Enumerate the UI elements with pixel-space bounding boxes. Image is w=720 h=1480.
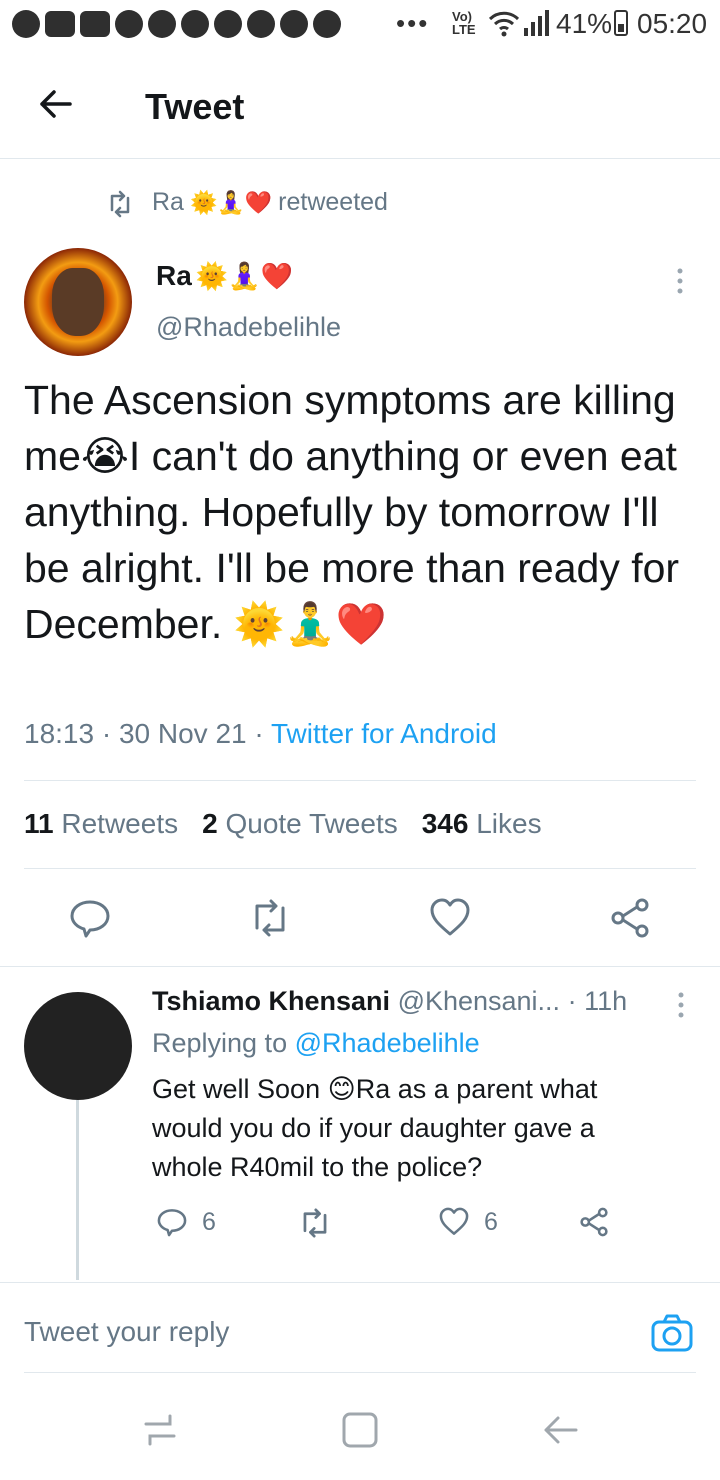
replying-to: Replying to @Rhadebelihle [152, 1028, 480, 1059]
notification-icons [12, 10, 341, 38]
reply-reply-count: 6 [202, 1207, 216, 1236]
nav-back-icon[interactable] [540, 1408, 584, 1452]
back-arrow-icon[interactable] [36, 84, 76, 124]
app-icon [313, 10, 341, 38]
more-options-icon[interactable] [670, 266, 690, 296]
divider [24, 780, 696, 781]
thread-line [76, 1100, 79, 1280]
signal-icon [522, 8, 550, 38]
status-bar: ••• Vo) LTE 41% 05:20 [0, 0, 720, 50]
reply-text: Get well Soon 😊Ra as a parent what would… [152, 1074, 605, 1182]
app-icon [247, 10, 275, 38]
author-name-emojis: 🌞🧘‍♀️❤️ [195, 260, 293, 291]
reply-header: Tshiamo Khensani @Khensani... · 11h [152, 986, 627, 1017]
retweeter-emojis: 🌞🧘‍♀️❤️ [189, 189, 273, 215]
tweet-stats: 11 Retweets 2 Quote Tweets 346 Likes [24, 808, 542, 840]
retweeter-name[interactable]: Ra [152, 188, 184, 217]
tweet-date: 30 Nov 21 [118, 718, 247, 749]
like-heart-icon[interactable] [428, 896, 472, 940]
retweeted-by[interactable]: Ra 🌞🧘‍♀️❤️ retweeted [152, 188, 388, 217]
reply-author-name[interactable]: Tshiamo Khensani [152, 986, 390, 1016]
header-divider [0, 158, 720, 159]
quotes-stat[interactable]: 2 Quote Tweets [202, 808, 398, 840]
reply-heart-icon[interactable] [438, 1206, 470, 1238]
share-icon[interactable] [608, 896, 652, 940]
likes-stat[interactable]: 346 Likes [422, 808, 542, 840]
tweet-time: 18:13 [24, 718, 95, 749]
reply-retweet-button[interactable] [298, 1206, 332, 1240]
divider [0, 1282, 720, 1283]
reply-comment-icon[interactable] [156, 1206, 188, 1238]
retweet-icon [106, 190, 134, 218]
retweets-label: Retweets [61, 808, 179, 839]
clock: 05:20 [637, 8, 708, 39]
tweet-text: The Ascension symptoms are killing me😭I … [24, 377, 691, 647]
replying-to-link[interactable]: @Rhadebelihle [295, 1028, 480, 1058]
likes-count: 346 [421, 808, 469, 839]
author-handle[interactable]: @Rhadebelihle [156, 312, 341, 343]
recent-apps-icon[interactable] [140, 1408, 184, 1452]
reply-share-button[interactable] [578, 1206, 610, 1238]
reply-more-options-icon[interactable] [674, 990, 688, 1020]
tweet-meta: 18:13 · 30 Nov 21 · Twitter for Android [24, 718, 497, 749]
author-name[interactable]: Ra 🌞🧘‍♀️❤️ [156, 260, 293, 292]
app-icon [280, 10, 308, 38]
more-notifications-icon: ••• [396, 8, 430, 38]
composer-underline [24, 1372, 696, 1373]
reply-age: · 11h [567, 986, 628, 1016]
retweeted-label: retweeted [278, 188, 388, 216]
retweets-count: 11 [24, 808, 54, 839]
app-icon [148, 10, 176, 38]
quotes-label: Quote Tweets [225, 808, 398, 839]
app-icon [214, 10, 242, 38]
retweets-stat[interactable]: 11 Retweets [24, 808, 178, 840]
reply-like-count: 6 [484, 1207, 498, 1236]
reply-input[interactable]: Tweet your reply [24, 1316, 229, 1348]
page-title: Tweet [145, 86, 245, 127]
retweet-icon[interactable] [248, 896, 292, 940]
network-indicator: Vo) LTE [452, 9, 476, 37]
wifi-icon [488, 8, 520, 38]
app-icon [115, 10, 143, 38]
youtube-icon [45, 11, 75, 37]
app-icon [181, 10, 209, 38]
divider [0, 966, 720, 967]
reply-reply-button[interactable]: 6 [156, 1206, 216, 1238]
camera-icon[interactable] [650, 1312, 694, 1356]
author-display-name[interactable]: Ra [156, 260, 192, 292]
reply-retweet-icon[interactable] [298, 1206, 332, 1240]
battery-icon [614, 10, 628, 36]
replying-prefix: Replying to [152, 1028, 288, 1058]
reply-icon[interactable] [68, 896, 112, 940]
home-icon[interactable] [340, 1408, 384, 1452]
avatar-figure [52, 268, 104, 336]
reply-avatar[interactable] [24, 992, 132, 1100]
tweet-source-link[interactable]: Twitter for Android [271, 718, 497, 749]
likes-label: Likes [476, 808, 542, 839]
reply-share-icon[interactable] [578, 1206, 610, 1238]
reply-author-handle[interactable]: @Khensani... [398, 986, 561, 1016]
youtube-icon [80, 11, 110, 37]
divider [24, 868, 696, 869]
quotes-count: 2 [202, 808, 218, 839]
reply-like-button[interactable]: 6 [438, 1206, 498, 1238]
facebook-icon [12, 10, 40, 38]
battery-percent: 41% [556, 8, 613, 39]
